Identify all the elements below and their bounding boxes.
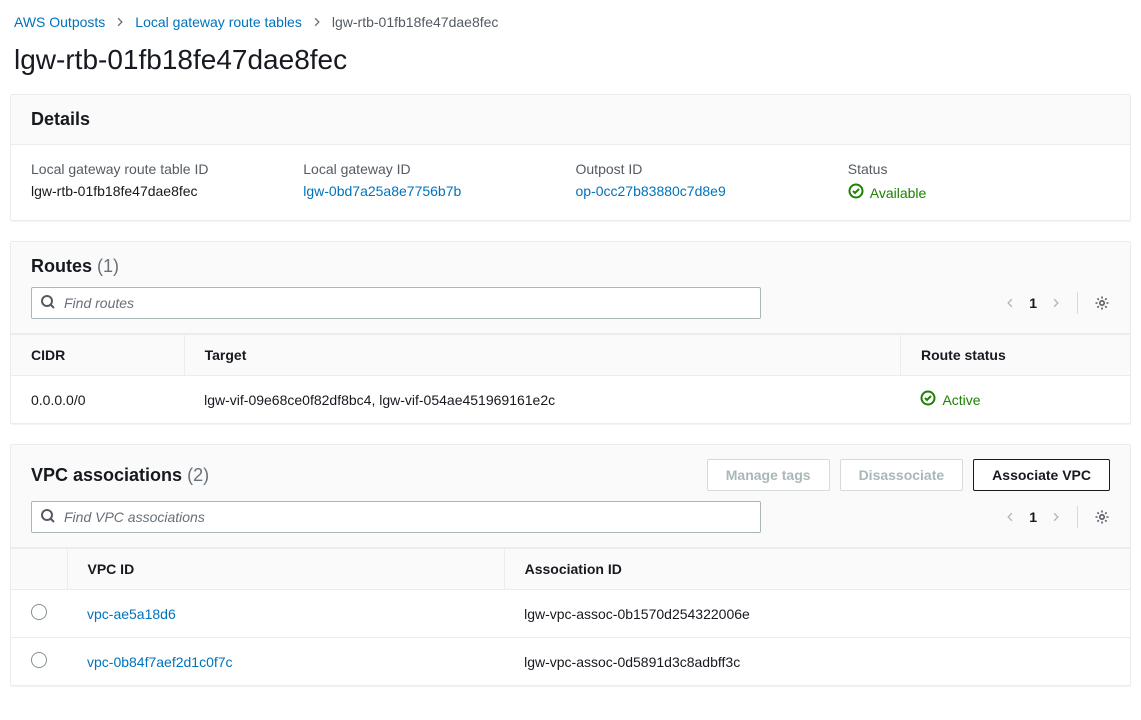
chevron-right-icon (312, 14, 322, 30)
detail-local-gateway-id: Local gateway ID lgw-0bd7a25a8e7756b7b (303, 161, 565, 202)
detail-status: Status Available (848, 161, 1110, 202)
prev-page-button[interactable] (1005, 510, 1015, 524)
disassociate-button: Disassociate (840, 459, 964, 491)
prev-page-button[interactable] (1005, 296, 1015, 310)
page-number: 1 (1029, 295, 1037, 311)
outpost-id-link[interactable]: op-0cc27b83880c7d8e9 (576, 183, 726, 199)
vpc-pager: 1 (1005, 506, 1110, 528)
divider (1077, 292, 1078, 314)
vpc-title-text: VPC associations (31, 465, 182, 485)
details-panel: Details Local gateway route table ID lgw… (10, 94, 1131, 221)
row-select-radio[interactable] (31, 604, 47, 620)
detail-label: Outpost ID (576, 161, 838, 177)
vpc-search[interactable] (31, 501, 761, 533)
status-text: Available (870, 185, 927, 201)
col-association-id[interactable]: Association ID (504, 549, 1130, 590)
detail-label: Local gateway ID (303, 161, 565, 177)
col-select (11, 549, 67, 590)
col-cidr[interactable]: CIDR (11, 335, 184, 376)
routes-pager: 1 (1005, 292, 1110, 314)
check-circle-icon (848, 183, 864, 202)
search-icon (40, 508, 56, 527)
breadcrumb-link-route-tables[interactable]: Local gateway route tables (135, 14, 302, 30)
col-route-status[interactable]: Route status (900, 335, 1130, 376)
cell-target: lgw-vif-09e68ce0f82df8bc4, lgw-vif-054ae… (184, 376, 900, 424)
manage-tags-button: Manage tags (707, 459, 830, 491)
routes-panel: Routes (1) 1 (10, 241, 1131, 424)
vpc-id-link[interactable]: vpc-0b84f7aef2d1c0f7c (87, 654, 233, 670)
detail-outpost-id: Outpost ID op-0cc27b83880c7d8e9 (576, 161, 838, 202)
settings-button[interactable] (1094, 509, 1110, 525)
routes-search-input[interactable] (56, 295, 752, 311)
routes-table: CIDR Target Route status 0.0.0.0/0 lgw-v… (11, 334, 1130, 423)
next-page-button[interactable] (1051, 510, 1061, 524)
page-title: lgw-rtb-01fb18fe47dae8fec (14, 44, 1131, 76)
breadcrumb-link-outposts[interactable]: AWS Outposts (14, 14, 105, 30)
vpc-panel-title: VPC associations (2) (31, 465, 209, 486)
col-vpc-id[interactable]: VPC ID (67, 549, 504, 590)
cell-cidr: 0.0.0.0/0 (11, 376, 184, 424)
table-row: 0.0.0.0/0 lgw-vif-09e68ce0f82df8bc4, lgw… (11, 376, 1130, 424)
check-circle-icon (920, 390, 936, 409)
chevron-right-icon (115, 14, 125, 30)
breadcrumb: AWS Outposts Local gateway route tables … (10, 14, 1131, 30)
vpc-count: (2) (187, 465, 209, 485)
next-page-button[interactable] (1051, 296, 1061, 310)
divider (1077, 506, 1078, 528)
search-icon (40, 294, 56, 313)
vpc-table: VPC ID Association ID vpc-ae5a18d6 lgw-v… (11, 548, 1130, 685)
cell-route-status: Active (900, 376, 1130, 424)
table-row: vpc-ae5a18d6 lgw-vpc-assoc-0b1570d254322… (11, 590, 1130, 638)
associate-vpc-button[interactable]: Associate VPC (973, 459, 1110, 491)
vpc-actions: Manage tags Disassociate Associate VPC (707, 459, 1110, 491)
table-row: vpc-0b84f7aef2d1c0f7c lgw-vpc-assoc-0d58… (11, 638, 1130, 686)
routes-search[interactable] (31, 287, 761, 319)
routes-title-text: Routes (31, 256, 92, 276)
settings-button[interactable] (1094, 295, 1110, 311)
routes-count: (1) (97, 256, 119, 276)
detail-label: Local gateway route table ID (31, 161, 293, 177)
row-select-radio[interactable] (31, 652, 47, 668)
routes-panel-title: Routes (1) (31, 256, 1110, 277)
page-number: 1 (1029, 509, 1037, 525)
cell-association-id: lgw-vpc-assoc-0d5891d3c8adbff3c (504, 638, 1130, 686)
vpc-id-link[interactable]: vpc-ae5a18d6 (87, 606, 176, 622)
breadcrumb-current: lgw-rtb-01fb18fe47dae8fec (332, 14, 499, 30)
detail-label: Status (848, 161, 1110, 177)
status-badge: Available (848, 183, 927, 202)
details-panel-title: Details (31, 109, 1110, 130)
col-target[interactable]: Target (184, 335, 900, 376)
detail-route-table-id: Local gateway route table ID lgw-rtb-01f… (31, 161, 293, 202)
cell-association-id: lgw-vpc-assoc-0b1570d254322006e (504, 590, 1130, 638)
route-status-text: Active (942, 392, 980, 408)
detail-value: lgw-rtb-01fb18fe47dae8fec (31, 183, 293, 199)
vpc-associations-panel: VPC associations (2) Manage tags Disasso… (10, 444, 1131, 686)
vpc-search-input[interactable] (56, 509, 752, 525)
local-gateway-id-link[interactable]: lgw-0bd7a25a8e7756b7b (303, 183, 461, 199)
